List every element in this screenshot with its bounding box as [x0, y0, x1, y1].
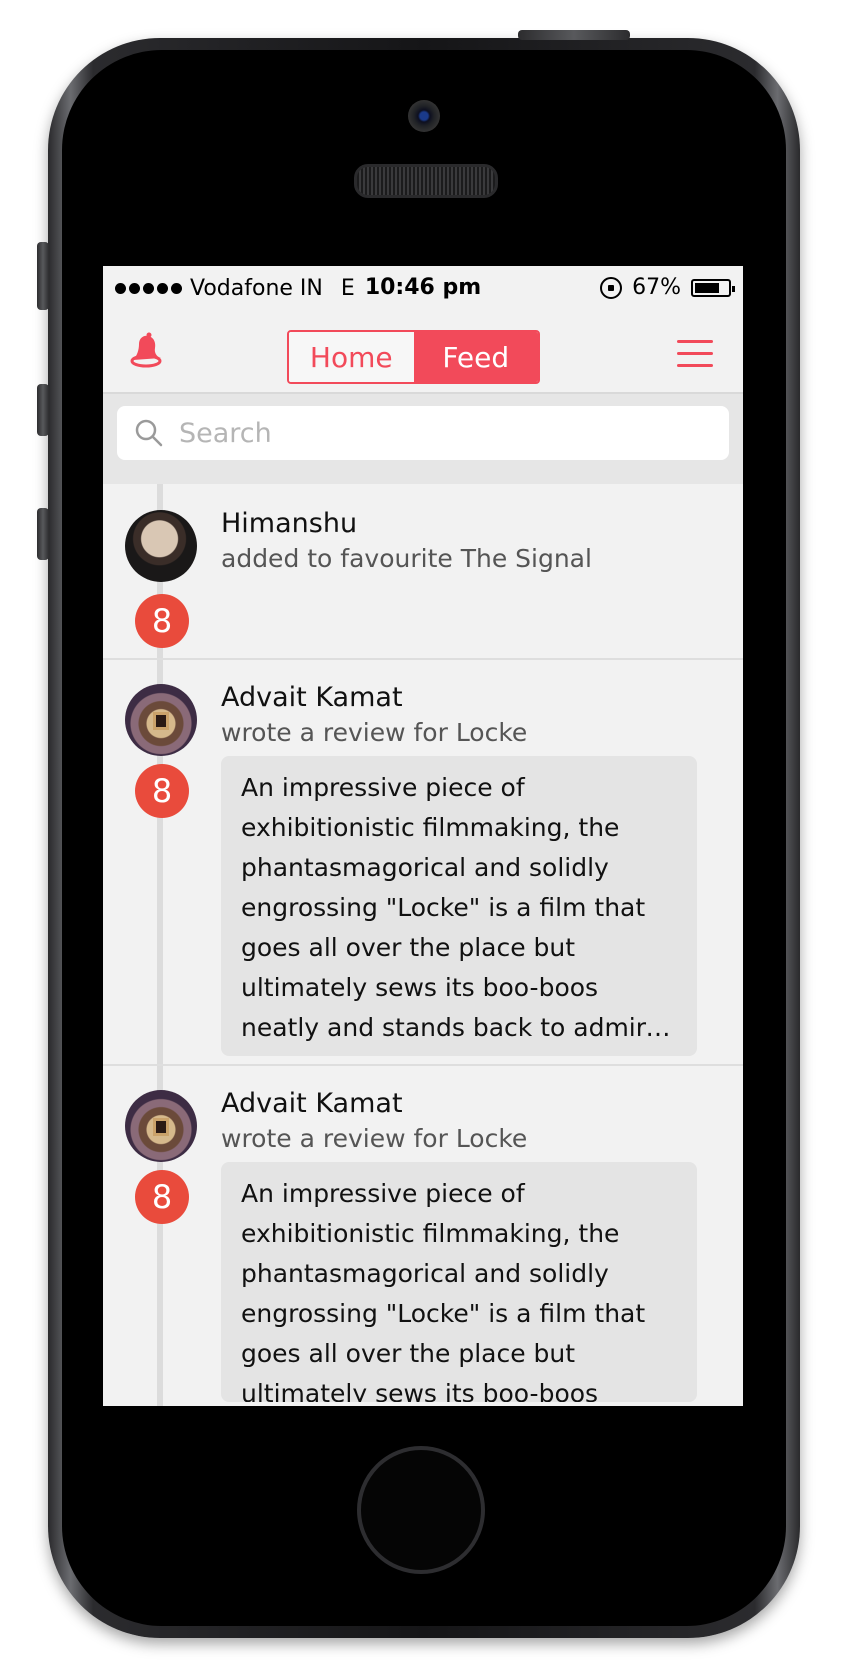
nav-bar: Home Feed [103, 312, 743, 394]
feed-item[interactable]: 8 Himanshu added to favourite The Signal [103, 484, 743, 660]
score-badge: 8 [135, 594, 189, 648]
user-name[interactable]: Advait Kamat [221, 682, 403, 713]
tab-home[interactable]: Home [289, 332, 414, 382]
search-icon [135, 419, 163, 447]
review-card[interactable]: An impressive piece of exhibitionistic f… [221, 1162, 697, 1402]
volume-up-button [37, 384, 49, 436]
tab-feed[interactable]: Feed [413, 332, 538, 382]
user-name[interactable]: Advait Kamat [221, 1088, 403, 1119]
activity-text: added to favourite The Signal [221, 544, 592, 573]
app-screen: Vodafone IN E 10:46 pm 67% Home Feed Sea… [103, 266, 743, 1406]
activity-text: wrote a review for Locke [221, 1124, 528, 1153]
bell-icon[interactable] [127, 330, 167, 370]
search-bar [103, 394, 743, 484]
score-badge: 8 [135, 764, 189, 818]
status-right: 67% [600, 275, 735, 300]
battery-percent: 67% [632, 275, 681, 300]
review-text: An impressive piece of exhibitionistic f… [241, 1179, 646, 1402]
feed-item[interactable]: 8 Advait Kamat wrote a review for Locke … [103, 1066, 743, 1402]
user-name[interactable]: Himanshu [221, 508, 357, 539]
score-badge: 8 [135, 1170, 189, 1224]
activity-feed: 8 Himanshu added to favourite The Signal… [103, 484, 743, 1406]
rotation-lock-icon [600, 276, 623, 299]
review-text: An impressive piece of exhibitionistic f… [241, 773, 661, 1042]
home-button[interactable] [357, 1446, 485, 1574]
front-camera [408, 100, 440, 132]
search-input[interactable] [177, 416, 721, 450]
volume-down-button [37, 508, 49, 560]
earpiece-speaker [354, 164, 498, 198]
mute-switch [37, 242, 49, 310]
feed-item[interactable]: 8 Advait Kamat wrote a review for Locke … [103, 660, 743, 1066]
review-card[interactable]: An impressive piece of exhibitionistic f… [221, 756, 697, 1056]
status-bar: Vodafone IN E 10:46 pm 67% [103, 266, 743, 312]
battery-icon [691, 278, 735, 297]
power-button [518, 30, 630, 40]
avatar[interactable] [125, 684, 197, 756]
home-feed-toggle: Home Feed [287, 330, 540, 384]
avatar[interactable] [125, 1090, 197, 1162]
search-box[interactable] [117, 406, 729, 460]
hamburger-menu-icon[interactable] [677, 340, 713, 370]
activity-text: wrote a review for Locke [221, 718, 528, 747]
avatar[interactable] [125, 510, 197, 582]
